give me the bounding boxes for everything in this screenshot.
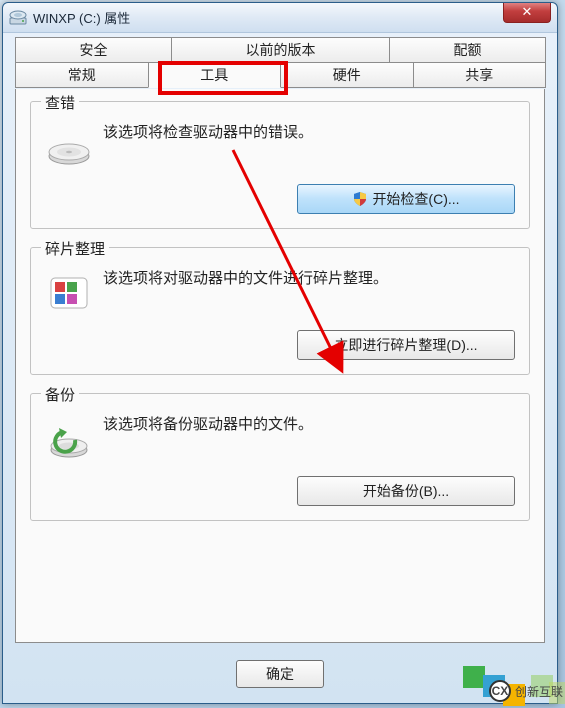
close-button[interactable]: ✕	[503, 2, 551, 23]
tab-sharing[interactable]: 共享	[413, 62, 547, 88]
tab-area: 安全 以前的版本 配额 常规 工具 硬件 共享	[15, 37, 545, 88]
tools-panel: 查错 该选项将检查驱动器中的错误。 开始检查(C)... 碎片整理	[15, 89, 545, 643]
backup-icon	[45, 416, 93, 464]
defrag-desc: 该选项将对驱动器中的文件进行碎片整理。	[103, 268, 388, 291]
group-title-backup: 备份	[41, 384, 79, 405]
watermark-logo: CX	[489, 680, 511, 702]
tab-row-1: 安全 以前的版本 配额	[15, 37, 545, 63]
group-backup: 备份 该选项将备份驱动器中的文件。 开始备份(B)...	[30, 393, 530, 521]
tab-previous-versions[interactable]: 以前的版本	[171, 37, 390, 63]
tab-row-2: 常规 工具 硬件 共享	[15, 62, 545, 88]
check-now-button[interactable]: 开始检查(C)...	[297, 184, 515, 214]
tab-tools[interactable]: 工具	[148, 62, 282, 88]
group-title-checkerror: 查错	[41, 92, 79, 113]
properties-window: WINXP (C:) 属性 ✕ 安全 以前的版本 配额 常规 工具 硬件 共享 …	[2, 2, 558, 704]
group-title-defrag: 碎片整理	[41, 238, 109, 259]
checkerror-desc: 该选项将检查驱动器中的错误。	[103, 122, 313, 145]
watermark: CX 创新互联	[489, 680, 563, 702]
tab-security[interactable]: 安全	[15, 37, 172, 63]
group-checkerror: 查错 该选项将检查驱动器中的错误。 开始检查(C)...	[30, 101, 530, 229]
tab-hardware[interactable]: 硬件	[280, 62, 414, 88]
disk-check-icon	[45, 124, 93, 172]
drive-icon	[9, 9, 27, 27]
defrag-icon	[45, 270, 93, 318]
defrag-now-button[interactable]: 立即进行碎片整理(D)...	[297, 330, 515, 360]
uac-shield-icon	[352, 191, 368, 207]
ok-button[interactable]: 确定	[236, 660, 324, 688]
watermark-text: 创新互联	[515, 683, 563, 700]
tab-quota[interactable]: 配额	[389, 37, 546, 63]
tab-general[interactable]: 常规	[15, 62, 149, 88]
backup-desc: 该选项将备份驱动器中的文件。	[103, 414, 313, 437]
titlebar: WINXP (C:) 属性 ✕	[3, 3, 557, 33]
window-title: WINXP (C:) 属性	[33, 8, 130, 27]
group-defrag: 碎片整理 该选项将对驱动器中的文件进行碎片整理。 立即进行碎片整理(D)...	[30, 247, 530, 375]
backup-now-button[interactable]: 开始备份(B)...	[297, 476, 515, 506]
check-now-label: 开始检查(C)...	[372, 189, 459, 209]
